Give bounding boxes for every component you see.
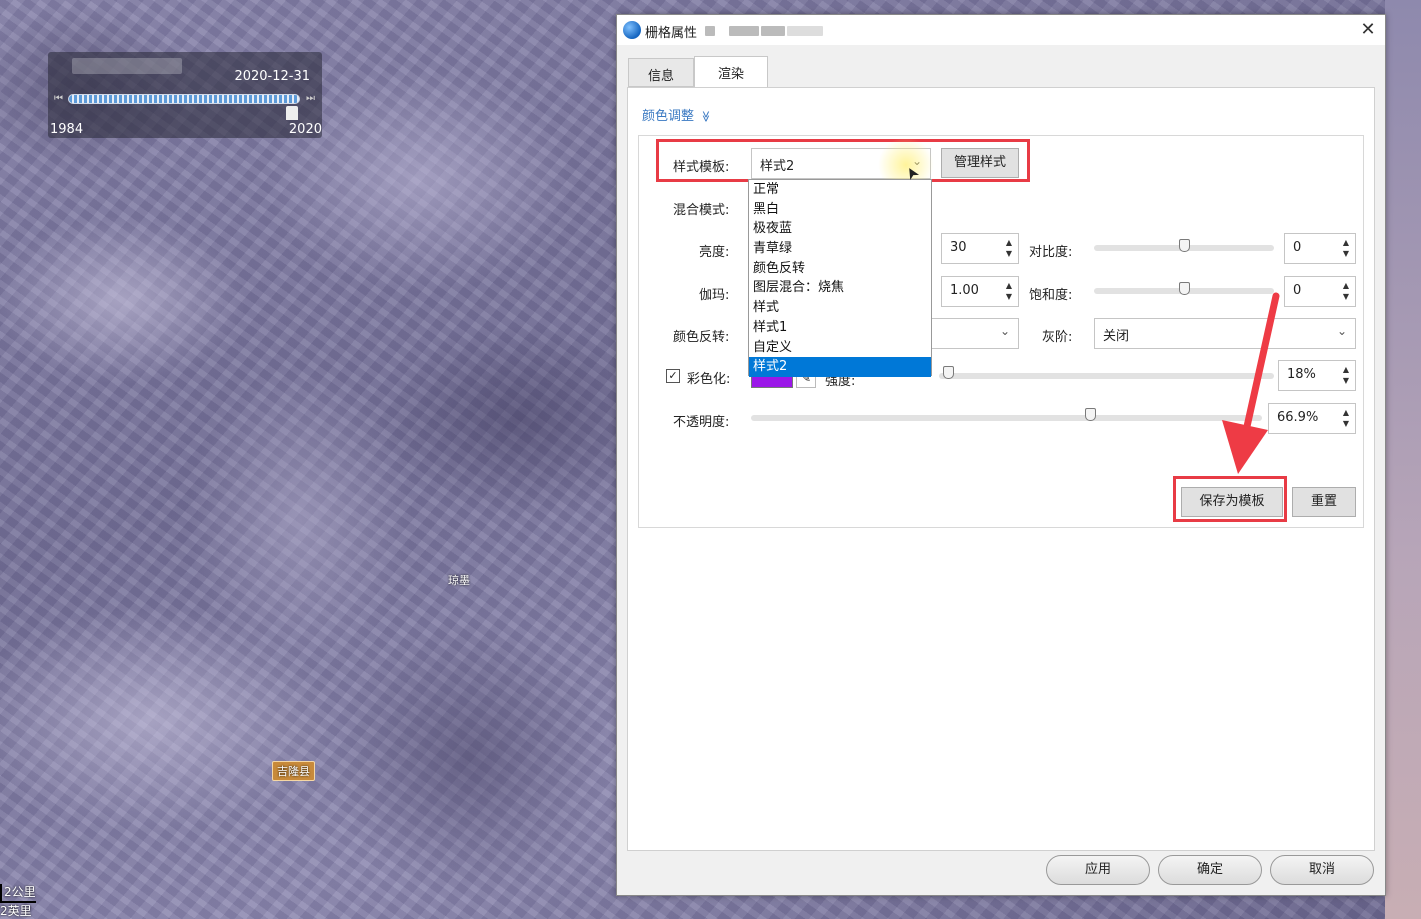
dropdown-option[interactable]: 样式2 xyxy=(749,357,931,377)
saturation-value: 0 xyxy=(1293,283,1302,298)
gamma-value: 1.00 xyxy=(950,283,979,298)
contrast-spinbox[interactable]: 0 ▲ ▼ xyxy=(1284,233,1356,264)
dropdown-option[interactable]: 样式1 xyxy=(749,318,931,338)
close-icon[interactable]: ✕ xyxy=(1355,17,1381,43)
timeline-date: 2020-12-31 xyxy=(234,69,310,84)
gamma-label: 伽玛: xyxy=(699,288,730,303)
spin-arrows-icon[interactable]: ▲ ▼ xyxy=(1343,407,1349,429)
dropdown-option[interactable]: 自定义 xyxy=(749,338,931,358)
place-label[interactable]: 琼墨 xyxy=(444,571,474,589)
scale-imperial: 2英里 xyxy=(0,904,32,918)
chevron-down-icon: ⌄ xyxy=(1336,324,1347,338)
highlight-box-save-template xyxy=(1173,476,1287,522)
timeline-prev-icon[interactable]: ⏮ xyxy=(54,93,64,105)
cancel-button[interactable]: 取消 xyxy=(1270,855,1374,885)
dropdown-option[interactable]: 极夜蓝 xyxy=(749,219,931,239)
blend-mode-label: 混合模式: xyxy=(673,203,730,218)
apply-button[interactable]: 应用 xyxy=(1046,855,1150,885)
map-canvas-edge xyxy=(1385,0,1421,919)
timeline-title-blurred xyxy=(72,58,182,74)
dropdown-option[interactable]: 黑白 xyxy=(749,200,931,220)
time-slider-widget: 2020-12-31 ⏮ ⏭ 1984 2020 xyxy=(48,52,322,138)
dialog-title: 栅格属性 xyxy=(645,26,698,41)
app-globe-icon xyxy=(623,21,641,39)
saturation-label: 饱和度: xyxy=(1029,288,1073,303)
brightness-label: 亮度: xyxy=(699,245,730,260)
dropdown-option[interactable]: 颜色反转 xyxy=(749,259,931,279)
invert-select[interactable]: ⌄ xyxy=(931,318,1019,349)
timeline-thumb[interactable] xyxy=(286,106,298,120)
timeline-next-icon[interactable]: ⏭ xyxy=(306,93,316,105)
invert-label: 颜色反转: xyxy=(673,330,730,345)
saturation-spinbox[interactable]: 0 ▲ ▼ xyxy=(1284,276,1356,307)
grayscale-value: 关闭 xyxy=(1103,329,1130,344)
chevron-down-icon: ⌄ xyxy=(999,324,1010,338)
gamma-spinbox[interactable]: 1.00 ▲ ▼ xyxy=(941,276,1019,307)
intensity-slider-thumb[interactable] xyxy=(943,366,954,379)
spin-arrows-icon[interactable]: ▲ ▼ xyxy=(1343,364,1349,386)
dropdown-option[interactable]: 样式 xyxy=(749,298,931,318)
scale-metric: 2公里 xyxy=(0,884,36,903)
highlight-box-style-template xyxy=(656,139,1030,182)
opacity-slider[interactable] xyxy=(751,415,1262,421)
chevron-down-icon: ≫ xyxy=(699,110,713,123)
section-title: 颜色调整 xyxy=(642,109,695,124)
colorize-label: 彩色化: xyxy=(687,372,731,387)
dialog-titlebar[interactable]: 栅格属性 ✕ xyxy=(617,15,1385,45)
timeline-start-year: 1984 xyxy=(50,122,84,137)
spin-arrows-icon[interactable]: ▲ ▼ xyxy=(1343,237,1349,259)
spin-arrows-icon[interactable]: ▲ ▼ xyxy=(1006,237,1012,259)
intensity-value: 18% xyxy=(1287,367,1316,382)
tab-info[interactable]: 信息 xyxy=(628,58,694,87)
dropdown-option[interactable]: 图层混合：烧焦 xyxy=(749,278,931,298)
brightness-spinbox[interactable]: 30 ▲ ▼ xyxy=(941,233,1019,264)
saturation-slider-thumb[interactable] xyxy=(1179,282,1190,295)
ok-button[interactable]: 确定 xyxy=(1158,855,1262,885)
place-label-county[interactable]: 吉隆县 xyxy=(272,761,315,781)
title-blurred-part xyxy=(705,26,715,36)
colorize-checkbox[interactable]: ✓ xyxy=(666,369,680,383)
title-blurred-part xyxy=(787,26,823,36)
brightness-value: 30 xyxy=(950,240,967,255)
tab-render[interactable]: 渲染 xyxy=(694,56,768,88)
color-adjust-section-header[interactable]: 颜色调整 ≫ xyxy=(642,105,712,124)
contrast-value: 0 xyxy=(1293,240,1302,255)
timeline-end-year: 2020 xyxy=(288,122,322,137)
contrast-slider-thumb[interactable] xyxy=(1179,239,1190,252)
title-blurred-part xyxy=(729,26,759,36)
spin-arrows-icon[interactable]: ▲ ▼ xyxy=(1343,280,1349,302)
dropdown-option[interactable]: 正常 xyxy=(749,180,931,200)
dropdown-option[interactable]: 青草绿 xyxy=(749,239,931,259)
contrast-label: 对比度: xyxy=(1029,245,1073,260)
map-scale-bar: 2公里 2英里 xyxy=(0,884,36,919)
annotation-arrow-icon xyxy=(1222,292,1280,474)
title-blurred-part xyxy=(761,26,785,36)
spin-arrows-icon[interactable]: ▲ ▼ xyxy=(1006,280,1012,302)
opacity-slider-thumb[interactable] xyxy=(1085,408,1096,421)
style-template-dropdown-list[interactable]: 正常 黑白 极夜蓝 青草绿 颜色反转 图层混合：烧焦 样式 样式1 自定义 样式2 xyxy=(748,179,932,377)
opacity-label: 不透明度: xyxy=(673,415,730,430)
reset-button[interactable]: 重置 xyxy=(1292,487,1356,517)
timeline-track[interactable] xyxy=(68,94,300,104)
grayscale-label: 灰阶: xyxy=(1042,330,1073,345)
